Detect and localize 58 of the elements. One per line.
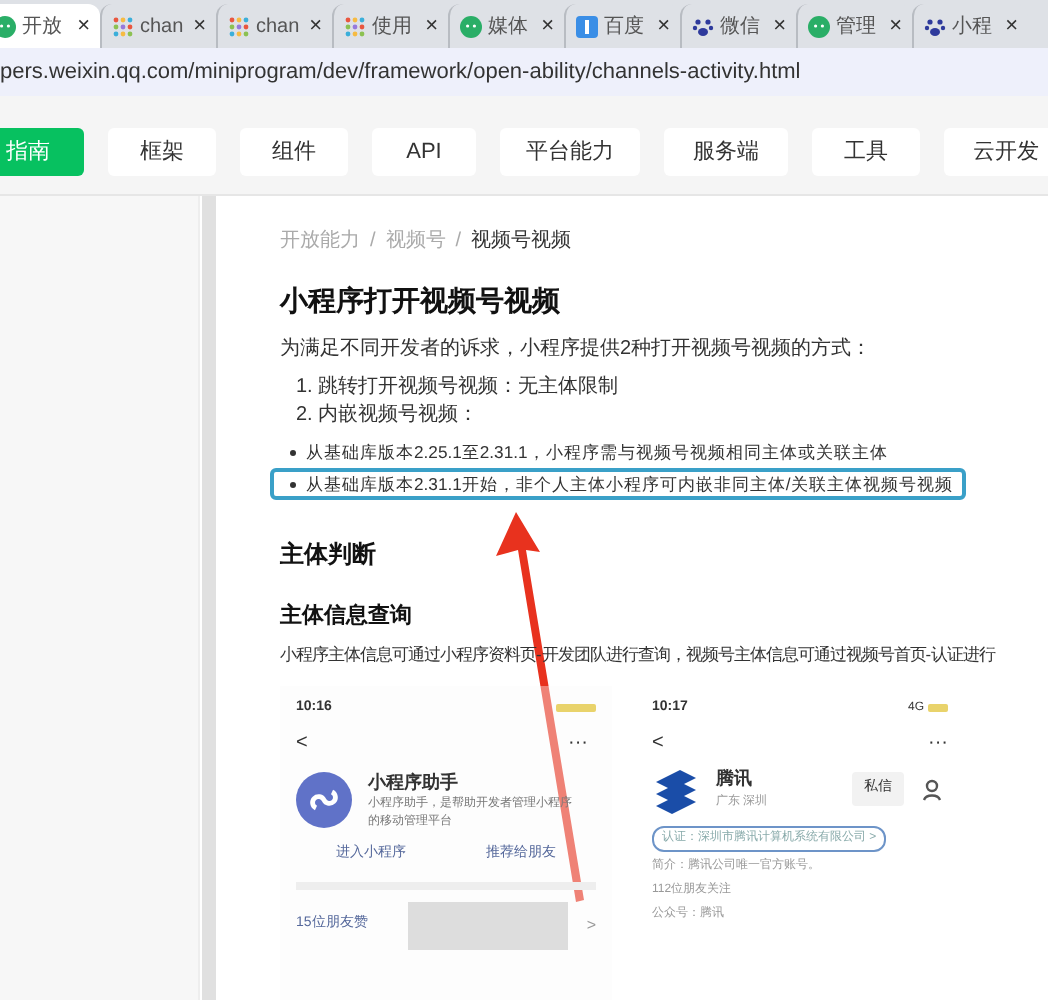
close-icon[interactable]: × <box>77 9 90 43</box>
dot-grid-icon <box>344 15 366 37</box>
nav-tab[interactable]: API <box>372 128 476 176</box>
tab-label: 小程 <box>952 13 992 41</box>
tab-label: 微信 <box>720 13 760 41</box>
nav-tab[interactable]: 云开发 <box>944 128 1048 176</box>
back-icon[interactable]: < <box>296 727 308 758</box>
chat-bubble-icon <box>0 15 16 37</box>
app-name: 小程序助手 <box>368 769 460 796</box>
square-logo-icon <box>576 15 598 37</box>
chat-bubble-icon <box>460 15 482 37</box>
nav-tab[interactable]: 服务端 <box>664 128 788 176</box>
logo-icon <box>652 765 700 814</box>
dot-grid-icon <box>228 15 250 37</box>
app-logo-icon <box>296 772 352 829</box>
tab-label: 管理 <box>836 13 876 41</box>
more-icon[interactable]: ··· <box>568 727 588 758</box>
subsection-heading: 主体信息查询 <box>280 601 414 632</box>
tab-label: 开放 <box>22 13 62 41</box>
nav-tab[interactable]: 工具 <box>812 128 920 176</box>
close-icon[interactable]: × <box>309 9 322 43</box>
battery-icon <box>556 704 596 713</box>
close-icon[interactable]: × <box>541 9 554 43</box>
tab-label: chan <box>140 13 184 41</box>
dot-grid-icon <box>112 15 134 37</box>
chevron-icon: > <box>586 913 596 938</box>
close-icon[interactable]: × <box>773 9 786 43</box>
section-heading: 主体判断 <box>280 538 378 572</box>
paw-icon <box>924 15 946 37</box>
back-icon[interactable]: < <box>652 727 664 758</box>
tab-label: 媒体 <box>488 13 528 41</box>
close-icon[interactable]: × <box>425 9 438 43</box>
close-icon[interactable]: × <box>193 9 206 43</box>
tab-label: 百度 <box>604 13 644 41</box>
account-name: 腾讯 <box>716 766 754 793</box>
paw-icon <box>692 15 714 37</box>
scrollbar[interactable] <box>202 196 216 1000</box>
close-icon[interactable]: × <box>1005 9 1018 43</box>
more-icon[interactable]: ··· <box>928 727 948 758</box>
breadcrumb-separator: / <box>455 228 462 256</box>
bullet-text: 从基础库版本2.25.1至2.31.1，小程序需与视频号视频相同主体或关联主体 <box>306 439 888 465</box>
page-title: 小程序打开视频号视频 <box>280 282 562 320</box>
breadcrumb-separator: / <box>370 228 376 256</box>
browser-tab[interactable]: 开放 × <box>0 4 100 48</box>
close-icon[interactable]: × <box>657 9 670 43</box>
tab-label: 使用 <box>372 13 412 41</box>
list-item: 1. 跳转打开视频号视频：无主体限制 <box>296 374 621 402</box>
close-icon[interactable]: × <box>889 9 902 43</box>
bullet-text: 从基础库版本2.31.1开始，非个人主体小程序可内嵌非同主体/关联主体视频号视频 <box>306 471 953 497</box>
list-item: 2. 内嵌视频号视频： <box>296 402 481 430</box>
breadcrumb-current: 视频号视频 <box>471 227 572 256</box>
nav-tab[interactable]: 平台能力 <box>500 128 640 176</box>
nav-tab[interactable]: 框架 <box>108 128 216 176</box>
intro-text: 为满足不同开发者的诉求，小程序提供2种打开视频号视频的方式： <box>280 335 874 364</box>
battery-icon <box>928 704 948 713</box>
nav-tab[interactable]: 组件 <box>240 128 348 176</box>
chat-bubble-icon <box>808 15 830 37</box>
tab-label: chan <box>256 13 300 41</box>
